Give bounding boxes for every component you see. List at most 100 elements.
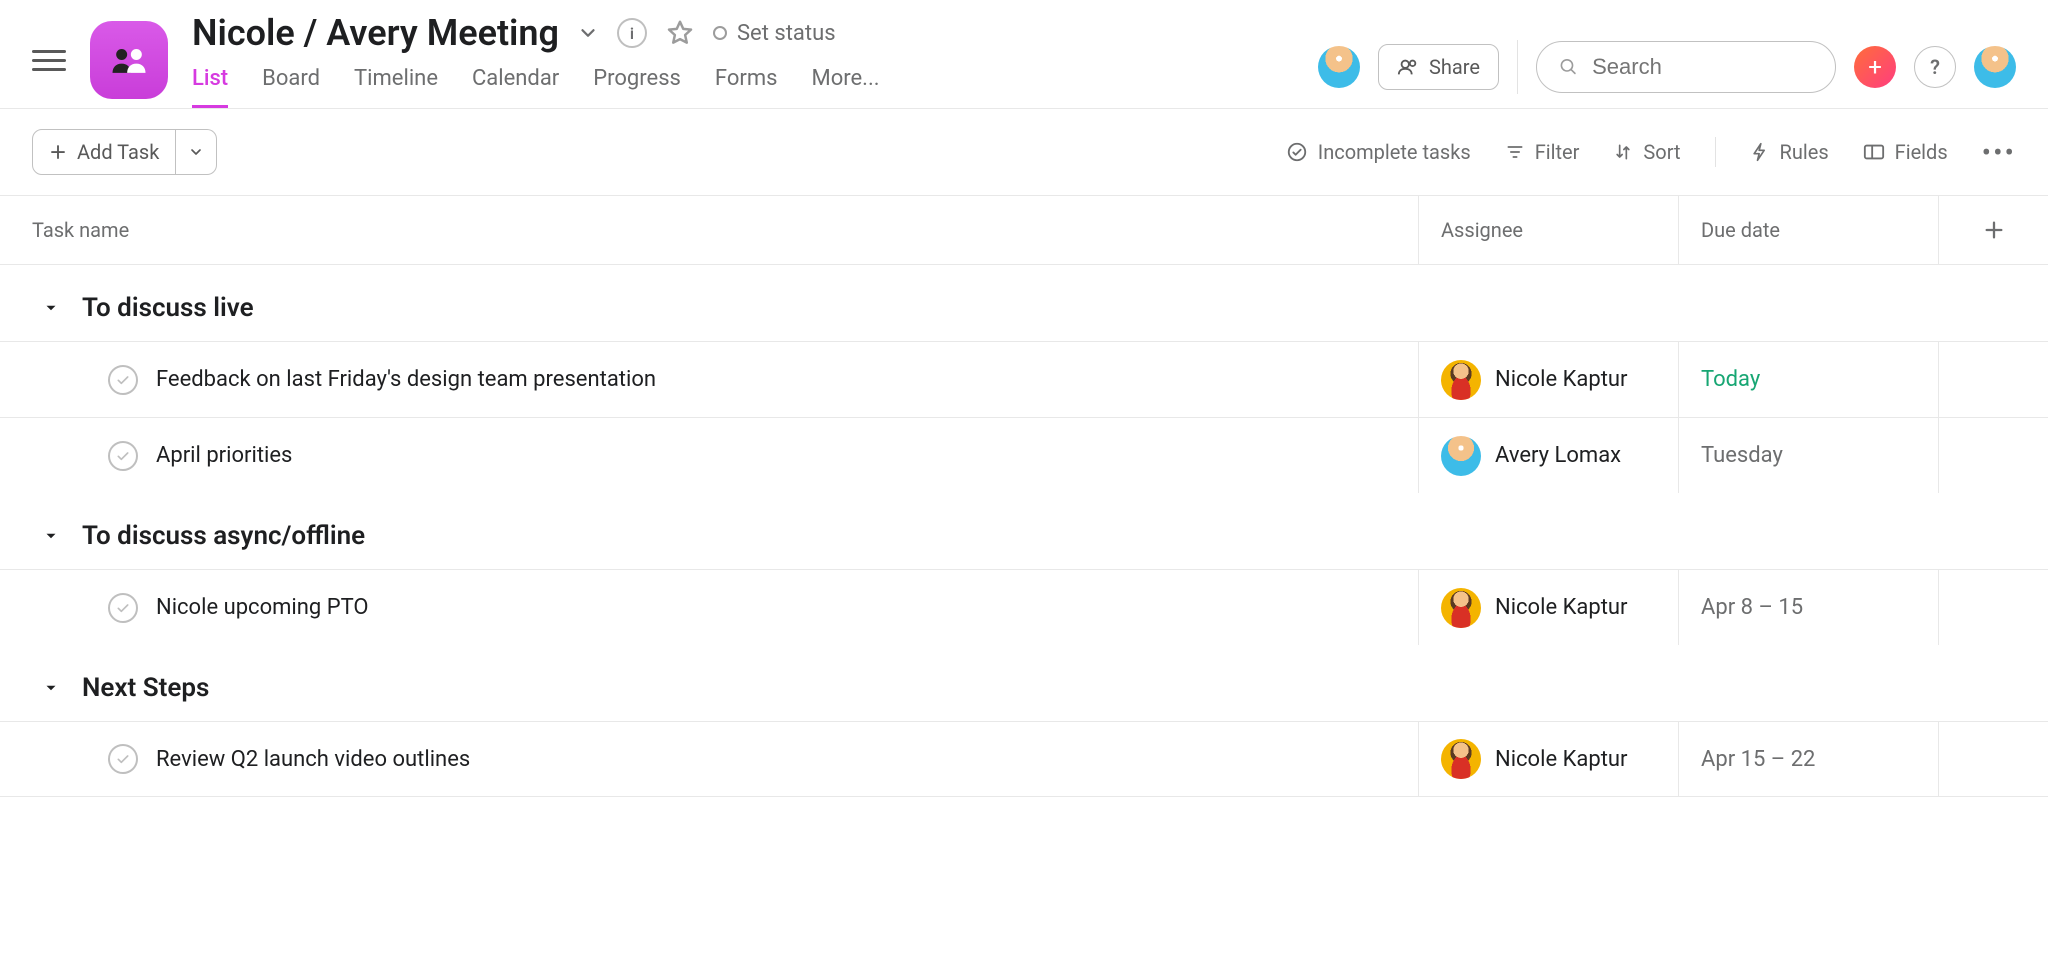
tab-more[interactable]: More... xyxy=(812,66,880,108)
due-date-cell[interactable]: Tuesday xyxy=(1678,418,1938,493)
extra-cell xyxy=(1938,418,2048,493)
task-row: Nicole upcoming PTO Nicole Kaptur Apr 8 – … xyxy=(0,569,2048,645)
tab-list[interactable]: List xyxy=(192,66,228,108)
assignee-avatar xyxy=(1441,739,1481,779)
member-avatar-avery[interactable] xyxy=(1318,46,1360,88)
assignee-cell[interactable]: Nicole Kaptur xyxy=(1418,722,1678,796)
filter-button[interactable]: Filter xyxy=(1505,140,1580,164)
assignee-avatar xyxy=(1441,588,1481,628)
fields-label: Fields xyxy=(1895,140,1948,164)
due-date-cell[interactable]: Apr 8 – 15 xyxy=(1678,570,1938,645)
task-name: Feedback on last Friday's design team pr… xyxy=(156,367,656,392)
assignee-cell[interactable]: Nicole Kaptur xyxy=(1418,342,1678,417)
task-table: Task name Assignee Due date To discuss l… xyxy=(0,195,2048,797)
global-add-button[interactable]: + xyxy=(1854,46,1896,88)
complete-toggle[interactable] xyxy=(108,441,138,471)
search-input[interactable] xyxy=(1592,54,1813,80)
info-icon[interactable]: i xyxy=(617,18,647,48)
status-dot-icon xyxy=(713,26,727,40)
table-header: Task name Assignee Due date xyxy=(0,195,2048,265)
extra-cell xyxy=(1938,570,2048,645)
plus-icon xyxy=(1983,219,2005,241)
section-title: Next Steps xyxy=(82,673,209,703)
col-assignee[interactable]: Assignee xyxy=(1418,196,1678,264)
due-date-cell[interactable]: Apr 15 – 22 xyxy=(1678,722,1938,796)
tab-forms[interactable]: Forms xyxy=(715,66,778,108)
sort-button[interactable]: Sort xyxy=(1613,140,1680,164)
task-name: Nicole upcoming PTO xyxy=(156,595,369,620)
due-date-cell[interactable]: Today xyxy=(1678,342,1938,417)
project-title: Nicole / Avery Meeting xyxy=(192,12,559,54)
assignee-cell[interactable]: Avery Lomax xyxy=(1418,418,1678,493)
chevron-down-icon[interactable] xyxy=(42,679,60,697)
rules-label: Rules xyxy=(1780,140,1829,164)
section-header[interactable]: To discuss live xyxy=(0,265,2048,341)
list-toolbar: Add Task Incomplete tasks Filter S xyxy=(0,109,2048,195)
chevron-down-icon[interactable] xyxy=(42,527,60,545)
assignee-name: Nicole Kaptur xyxy=(1495,367,1627,392)
add-column-button[interactable] xyxy=(1938,196,2048,264)
set-status[interactable]: Set status xyxy=(713,21,836,46)
task-name-cell[interactable]: April priorities xyxy=(0,418,1418,493)
assignee-name: Nicole Kaptur xyxy=(1495,595,1627,620)
chevron-down-icon[interactable] xyxy=(42,299,60,317)
chevron-down-icon xyxy=(188,144,204,160)
task-name-cell[interactable]: Review Q2 launch video outlines xyxy=(0,722,1418,796)
tab-board[interactable]: Board xyxy=(262,66,320,108)
chevron-down-icon[interactable] xyxy=(577,22,599,44)
more-options[interactable]: ••• xyxy=(1982,136,2016,169)
task-row: Feedback on last Friday's design team pr… xyxy=(0,341,2048,417)
tab-calendar[interactable]: Calendar xyxy=(472,66,559,108)
due-date: Today xyxy=(1701,367,1760,392)
assignee-avatar xyxy=(1441,360,1481,400)
task-name: Review Q2 launch video outlines xyxy=(156,747,470,772)
section-title: To discuss async/offline xyxy=(82,521,365,551)
status-text: Set status xyxy=(737,21,836,46)
project-icon xyxy=(90,21,168,99)
task-name: April priorities xyxy=(156,443,292,468)
task-row: April priorities Avery Lomax Tuesday xyxy=(0,417,2048,493)
due-date: Apr 8 – 15 xyxy=(1701,595,1803,620)
assignee-name: Avery Lomax xyxy=(1495,443,1621,468)
lightning-icon xyxy=(1750,142,1770,162)
sort-label: Sort xyxy=(1643,140,1680,164)
add-task-dropdown[interactable] xyxy=(176,129,217,175)
assignee-cell[interactable]: Nicole Kaptur xyxy=(1418,570,1678,645)
task-row: Review Q2 launch video outlines Nicole Ka… xyxy=(0,721,2048,797)
col-task-name[interactable]: Task name xyxy=(0,196,1418,264)
check-circle-icon xyxy=(1286,141,1308,163)
star-icon[interactable] xyxy=(665,18,695,48)
col-due-date[interactable]: Due date xyxy=(1678,196,1938,264)
share-label: Share xyxy=(1429,55,1480,79)
incomplete-tasks-filter[interactable]: Incomplete tasks xyxy=(1286,140,1471,164)
tab-progress[interactable]: Progress xyxy=(593,66,681,108)
complete-toggle[interactable] xyxy=(108,365,138,395)
section-header[interactable]: To discuss async/offline xyxy=(0,493,2048,569)
help-button[interactable]: ? xyxy=(1914,46,1956,88)
task-name-cell[interactable]: Nicole upcoming PTO xyxy=(0,570,1418,645)
share-button[interactable]: Share xyxy=(1378,44,1499,90)
due-date: Apr 15 – 22 xyxy=(1701,747,1815,772)
user-avatar[interactable] xyxy=(1974,46,2016,88)
complete-toggle[interactable] xyxy=(108,744,138,774)
assignee-avatar xyxy=(1441,436,1481,476)
fields-icon xyxy=(1863,143,1885,161)
add-task-button[interactable]: Add Task xyxy=(32,129,176,175)
menu-toggle[interactable] xyxy=(32,43,66,77)
fields-button[interactable]: Fields xyxy=(1863,140,1948,164)
section-header[interactable]: Next Steps xyxy=(0,645,2048,721)
search-box[interactable] xyxy=(1536,41,1836,93)
tab-timeline[interactable]: Timeline xyxy=(354,66,438,108)
extra-cell xyxy=(1938,722,2048,796)
sort-icon xyxy=(1613,142,1633,162)
task-name-cell[interactable]: Feedback on last Friday's design team pr… xyxy=(0,342,1418,417)
assignee-name: Nicole Kaptur xyxy=(1495,747,1627,772)
filter-icon xyxy=(1505,142,1525,162)
extra-cell xyxy=(1938,342,2048,417)
due-date: Tuesday xyxy=(1701,443,1783,468)
topbar-right: Share + ? xyxy=(1318,40,2016,94)
rules-button[interactable]: Rules xyxy=(1750,140,1829,164)
complete-toggle[interactable] xyxy=(108,593,138,623)
divider xyxy=(1517,40,1518,94)
incomplete-label: Incomplete tasks xyxy=(1318,140,1471,164)
